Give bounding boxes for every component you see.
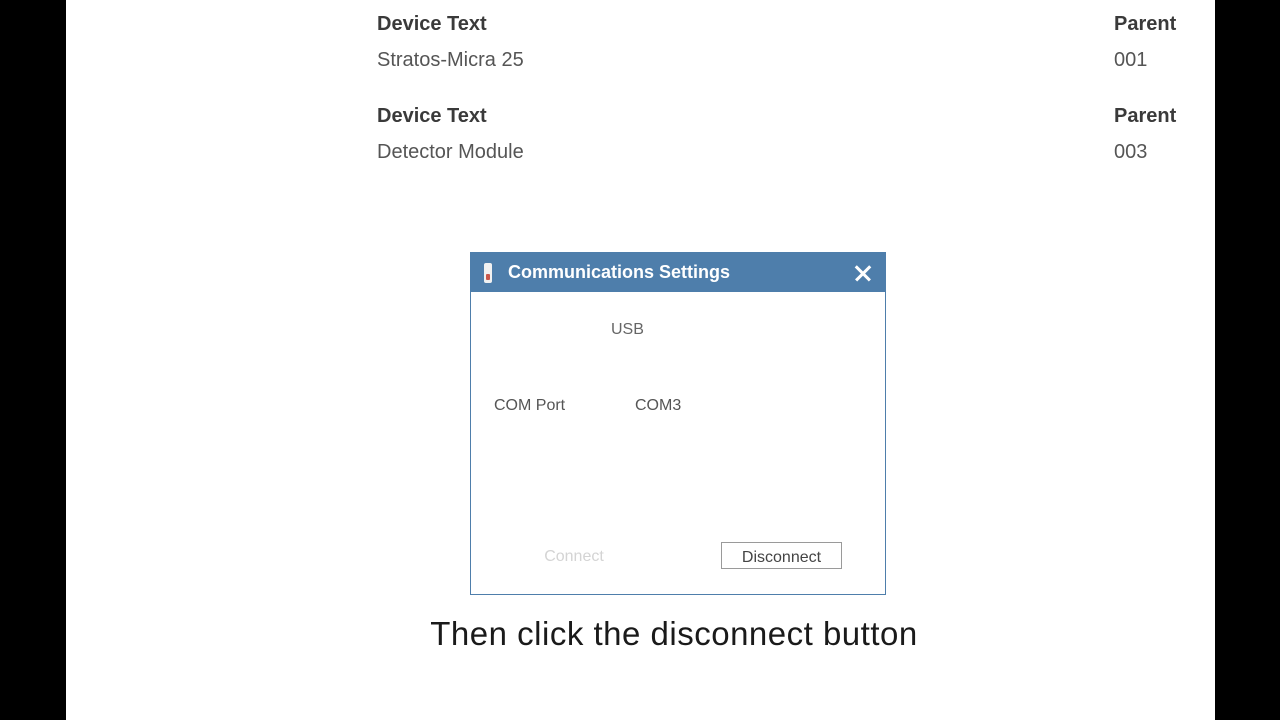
parent-label: Parent	[1114, 13, 1177, 35]
dialog-titlebar[interactable]: Communications Settings	[471, 253, 885, 292]
disconnect-button[interactable]: Disconnect	[721, 542, 842, 569]
device-text-label: Device Text	[377, 13, 487, 35]
video-frame: Device Text Stratos-Micra 25 Parent 001 …	[66, 0, 1215, 720]
app-device-icon	[484, 263, 492, 283]
parent-value: 001	[1114, 49, 1148, 71]
connection-type-label: USB	[611, 321, 644, 338]
connect-button: Connect	[521, 542, 627, 570]
tutorial-caption: Then click the disconnect button	[430, 615, 918, 652]
com-port-label: COM Port	[494, 397, 566, 414]
close-icon[interactable]	[849, 259, 877, 287]
device-text-value: Stratos-Micra 25	[377, 49, 524, 71]
dialog-title: Communications Settings	[508, 262, 731, 282]
parent-value: 003	[1114, 141, 1148, 163]
com-port-value: COM3	[635, 397, 682, 414]
communications-settings-dialog: Communications Settings USB COM Port COM…	[470, 252, 886, 595]
device-text-value: Detector Module	[377, 141, 524, 163]
device-text-label: Device Text	[377, 105, 487, 127]
parent-label: Parent	[1114, 105, 1177, 127]
